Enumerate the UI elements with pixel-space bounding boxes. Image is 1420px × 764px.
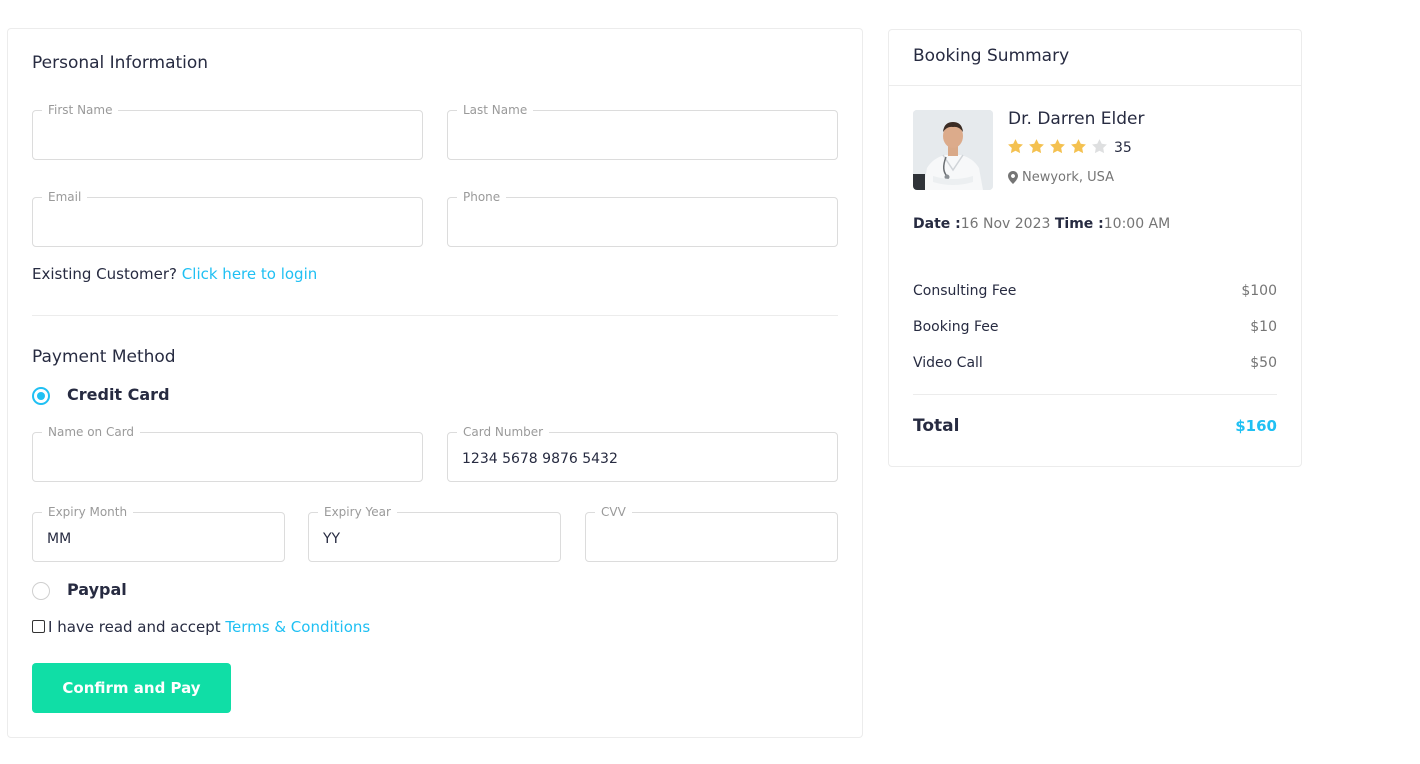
review-count: 35 — [1114, 140, 1132, 156]
section-divider — [32, 315, 838, 316]
expiry-month-field[interactable]: Expiry Month — [32, 505, 285, 562]
expiry-month-input[interactable] — [33, 513, 284, 561]
card-number-field[interactable]: Card Number — [447, 425, 838, 482]
expiry-year-field[interactable]: Expiry Year — [308, 505, 561, 562]
time-label: Time : — [1054, 216, 1104, 232]
name-on-card-label: Name on Card — [42, 425, 141, 439]
expiry-year-input[interactable] — [309, 513, 560, 561]
last-name-label: Last Name — [457, 103, 534, 117]
star-filled-icon — [1007, 138, 1028, 158]
fee-row: Video Call $50 — [913, 355, 1277, 371]
star-empty-icon — [1091, 138, 1112, 158]
summary-divider — [913, 394, 1277, 395]
fee-value: $100 — [1241, 283, 1277, 299]
payment-method-title: Payment Method — [32, 347, 176, 367]
doctor-avatar[interactable] — [913, 110, 993, 190]
email-label: Email — [42, 190, 88, 204]
existing-customer-text: Existing Customer? — [32, 265, 178, 283]
last-name-input[interactable] — [448, 111, 837, 159]
summary-header: Booking Summary — [889, 30, 1301, 86]
total-row: Total $160 — [913, 416, 1277, 436]
terms-link[interactable]: Terms & Conditions — [225, 618, 370, 636]
star-filled-icon — [1070, 138, 1091, 158]
first-name-label: First Name — [42, 103, 119, 117]
time-value: 10:00 AM — [1103, 216, 1171, 232]
date-value: 16 Nov 2023 — [960, 216, 1051, 232]
fee-row: Consulting Fee $100 — [913, 283, 1277, 299]
booking-summary-card: Booking Summary Dr. Darren Elder 35 Newy… — [888, 29, 1302, 467]
total-label: Total — [913, 416, 960, 436]
expiry-year-label: Expiry Year — [318, 505, 397, 519]
cvv-input[interactable] — [586, 513, 837, 561]
first-name-input[interactable] — [33, 111, 422, 159]
name-on-card-field[interactable]: Name on Card — [32, 425, 423, 482]
confirm-pay-button[interactable]: Confirm and Pay — [32, 663, 231, 713]
terms-checkbox[interactable] — [32, 620, 45, 633]
paypal-radio[interactable] — [32, 582, 50, 600]
expiry-month-label: Expiry Month — [42, 505, 134, 519]
email-input[interactable] — [33, 198, 422, 246]
fee-row: Booking Fee $10 — [913, 319, 1277, 335]
credit-card-radio[interactable] — [32, 387, 50, 405]
star-filled-icon — [1028, 138, 1049, 158]
cvv-field[interactable]: CVV — [585, 505, 838, 562]
fee-value: $50 — [1250, 355, 1277, 371]
login-link[interactable]: Click here to login — [182, 265, 317, 283]
fee-name: Booking Fee — [913, 319, 999, 335]
fee-name: Consulting Fee — [913, 283, 1017, 299]
paypal-label[interactable]: Paypal — [67, 580, 127, 599]
fee-value: $10 — [1250, 319, 1277, 335]
location-text: Newyork, USA — [1022, 170, 1115, 185]
terms-line: I have read and accept Terms & Condition… — [48, 618, 370, 636]
doctor-location: Newyork, USA — [1008, 170, 1114, 185]
phone-field[interactable]: Phone — [447, 190, 838, 247]
appointment-datetime: Date :16 Nov 2023 Time :10:00 AM — [913, 216, 1170, 232]
existing-customer-line: Existing Customer? Click here to login — [32, 265, 317, 283]
fee-name: Video Call — [913, 355, 983, 371]
doctor-name[interactable]: Dr. Darren Elder — [1008, 109, 1144, 129]
card-number-input[interactable] — [448, 433, 837, 481]
last-name-field[interactable]: Last Name — [447, 103, 838, 160]
card-number-label: Card Number — [457, 425, 550, 439]
name-on-card-input[interactable] — [33, 433, 422, 481]
doctor-photo-icon — [913, 110, 993, 190]
date-label: Date : — [913, 216, 961, 232]
personal-info-title: Personal Information — [32, 53, 209, 73]
star-filled-icon — [1049, 138, 1070, 158]
doctor-rating: 35 — [1007, 138, 1132, 158]
booking-summary-title: Booking Summary — [913, 46, 1070, 66]
phone-label: Phone — [457, 190, 507, 204]
first-name-field[interactable]: First Name — [32, 103, 423, 160]
cvv-label: CVV — [595, 505, 632, 519]
total-value: $160 — [1235, 417, 1277, 435]
credit-card-label[interactable]: Credit Card — [67, 385, 170, 404]
phone-input[interactable] — [448, 198, 837, 246]
map-marker-icon — [1008, 171, 1018, 184]
terms-text: I have read and accept — [48, 618, 221, 636]
email-field[interactable]: Email — [32, 190, 423, 247]
checkout-card: Personal Information First Name Last Nam… — [7, 28, 863, 738]
